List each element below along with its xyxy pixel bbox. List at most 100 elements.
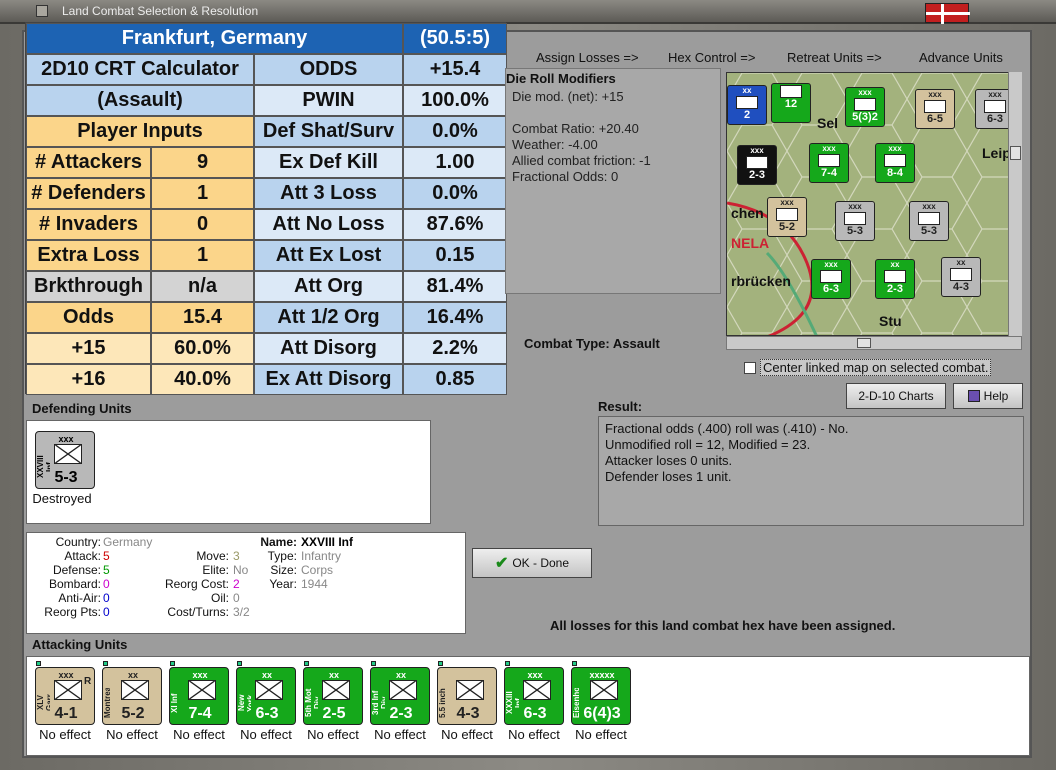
unit-symbol-icon bbox=[456, 680, 484, 700]
input-value[interactable]: 15.4 bbox=[151, 302, 254, 333]
defending-unit-counter[interactable]: xxx XXVIII Inf 5-3 bbox=[35, 431, 95, 489]
unit-symbol-icon bbox=[844, 212, 866, 225]
attacking-unit-counter[interactable]: xx 5th Mot Div 2-5 bbox=[303, 667, 363, 725]
result-line: Defender loses 1 unit. bbox=[605, 469, 732, 484]
result-metric-label: Att 1/2 Org bbox=[254, 302, 403, 333]
defense-value: 5 bbox=[103, 563, 110, 577]
input-value[interactable]: n/a bbox=[151, 271, 254, 302]
input-value[interactable]: 9 bbox=[151, 147, 254, 178]
input-value[interactable]: 60.0% bbox=[151, 333, 254, 364]
map-unit-counter[interactable]: xxx 5(3)2 bbox=[845, 87, 885, 127]
result-metric-label: Att No Loss bbox=[254, 209, 403, 240]
counter-stats: 2-3 bbox=[749, 169, 765, 181]
counter-stats: 5(3)2 bbox=[852, 111, 878, 123]
unit-stats: 5-3 bbox=[54, 469, 78, 486]
map-unit-counter[interactable]: xxx 6-3 bbox=[811, 259, 851, 299]
map-unit-counter[interactable]: xxx 6-5 bbox=[915, 89, 955, 129]
map-unit-counter[interactable]: xx 2-3 bbox=[875, 259, 915, 299]
center-map-label[interactable]: Center linked map on selected combat. bbox=[760, 359, 992, 376]
counter-size: xx bbox=[742, 86, 752, 95]
counter-size: xxx bbox=[780, 198, 794, 207]
scroll-thumb[interactable] bbox=[857, 338, 871, 348]
unit-symbol-icon bbox=[918, 212, 940, 225]
map-unit-counter[interactable]: xxx 2-3 bbox=[737, 145, 777, 185]
counter-stats: 6-5 bbox=[927, 113, 943, 125]
input-label: # Invaders bbox=[26, 209, 151, 240]
unit-stats: 2-5 bbox=[322, 705, 346, 722]
ok-done-button[interactable]: ✔ OK - Done bbox=[472, 548, 592, 578]
unit-symbol-icon bbox=[884, 270, 906, 283]
charts-button[interactable]: 2-D-10 Charts bbox=[846, 383, 946, 409]
input-label: Brkthrough bbox=[26, 271, 151, 302]
input-value[interactable]: 1 bbox=[151, 178, 254, 209]
title-bar[interactable]: Land Combat Selection & Resolution bbox=[0, 0, 1056, 24]
map-vertical-scrollbar[interactable] bbox=[1008, 72, 1022, 336]
map-unit-counter[interactable]: 12 bbox=[771, 83, 811, 123]
help-button[interactable]: Help bbox=[953, 383, 1023, 409]
center-map-checkbox[interactable] bbox=[744, 362, 756, 374]
input-label: # Defenders bbox=[26, 178, 151, 209]
map-horizontal-scrollbar[interactable] bbox=[726, 336, 1022, 350]
map-unit-counter[interactable]: xxx 5-3 bbox=[835, 201, 875, 241]
input-label: # Attackers bbox=[26, 147, 151, 178]
infantry-symbol-icon bbox=[54, 444, 82, 464]
result-panel: Fractional odds (.400) roll was (.410) -… bbox=[598, 416, 1024, 526]
linked-map[interactable]: xx 2 12 xxx 5(3)2 xxx 6-5 xxx 6-3 xxx 2-3 xxx 7-4 xxx… bbox=[726, 72, 1022, 336]
unit-symbol-icon bbox=[854, 98, 876, 111]
defense-label: Defense: bbox=[52, 563, 101, 577]
counter-size: xxx bbox=[928, 90, 942, 99]
hex-control-link[interactable]: Hex Control => bbox=[668, 50, 755, 65]
book-icon bbox=[967, 390, 980, 402]
map-unit-counter[interactable]: xxx 5-3 bbox=[909, 201, 949, 241]
counter-stats: 8-4 bbox=[887, 167, 903, 179]
result-metric-value: 0.15 bbox=[403, 240, 507, 271]
attacking-unit-counter[interactable]: xx 3rd Inf Div 2-3 bbox=[370, 667, 430, 725]
result-metric-value: 1.00 bbox=[403, 147, 507, 178]
attacking-unit-counter[interactable]: xx New York 6-3 bbox=[236, 667, 296, 725]
modifier-line: Fractional Odds: 0 bbox=[512, 169, 619, 184]
attacking-unit-counter[interactable]: xxxxx Eisenhower 6(4)3 bbox=[571, 667, 631, 725]
map-unit-counter[interactable]: xxx 8-4 bbox=[875, 143, 915, 183]
map-unit-counter[interactable]: xx 2 bbox=[727, 85, 767, 125]
cost-turns-label: Cost/Turns: bbox=[167, 605, 229, 619]
counter-size: xx bbox=[890, 260, 900, 269]
unit-symbol-icon bbox=[389, 680, 417, 700]
unit-symbol-icon bbox=[523, 680, 551, 700]
unit-symbol-icon bbox=[322, 680, 350, 700]
unit-size: xxx bbox=[192, 670, 208, 680]
map-unit-counter[interactable]: xx 4-3 bbox=[941, 257, 981, 297]
map-label: Sel bbox=[817, 115, 839, 131]
attacking-unit-counter[interactable]: xxx XI Inf 7-4 bbox=[169, 667, 229, 725]
counter-stats: 5-3 bbox=[847, 225, 863, 237]
bombard-value: 0 bbox=[103, 577, 110, 591]
input-value[interactable]: 1 bbox=[151, 240, 254, 271]
counter-stats: 2-3 bbox=[887, 283, 903, 295]
attacking-unit-counter[interactable]: xxx XXXIII Inf 6-3 bbox=[504, 667, 564, 725]
bombard-label: Bombard: bbox=[48, 577, 101, 591]
input-value[interactable]: 0 bbox=[151, 209, 254, 240]
unit-status: No effect bbox=[39, 727, 91, 742]
player-inputs-header: Player Inputs bbox=[26, 116, 254, 147]
assign-losses-link[interactable]: Assign Losses => bbox=[536, 50, 639, 65]
advance-units-link[interactable]: Advance Units bbox=[919, 50, 1003, 65]
input-value[interactable]: 40.0% bbox=[151, 364, 254, 395]
map-label: Leip bbox=[982, 145, 1011, 161]
status-dot-icon bbox=[170, 661, 175, 666]
retreat-units-link[interactable]: Retreat Units => bbox=[787, 50, 882, 65]
map-unit-counter[interactable]: xxx 5-2 bbox=[767, 197, 807, 237]
scroll-thumb[interactable] bbox=[1010, 146, 1021, 160]
counter-size: xxx bbox=[824, 260, 838, 269]
attacking-unit-counter[interactable]: xx Montreal 5-2 bbox=[102, 667, 162, 725]
attacking-unit-counter[interactable]: xxx XLV Garr R 4-1 bbox=[35, 667, 95, 725]
attacking-unit-counter[interactable]: 5.5 inch 4-3 bbox=[437, 667, 497, 725]
counter-stats: 6-3 bbox=[823, 283, 839, 295]
map-unit-counter[interactable]: xxx 7-4 bbox=[809, 143, 849, 183]
unit-status: No effect bbox=[307, 727, 359, 742]
unit-size: xx bbox=[395, 670, 406, 680]
system-menu-icon[interactable] bbox=[36, 5, 48, 17]
status-dot-icon bbox=[438, 661, 443, 666]
unit-status: No effect bbox=[240, 727, 292, 742]
size-label: Size: bbox=[270, 563, 297, 577]
name-label: Name: bbox=[260, 535, 297, 549]
counter-stats: 7-4 bbox=[821, 167, 837, 179]
